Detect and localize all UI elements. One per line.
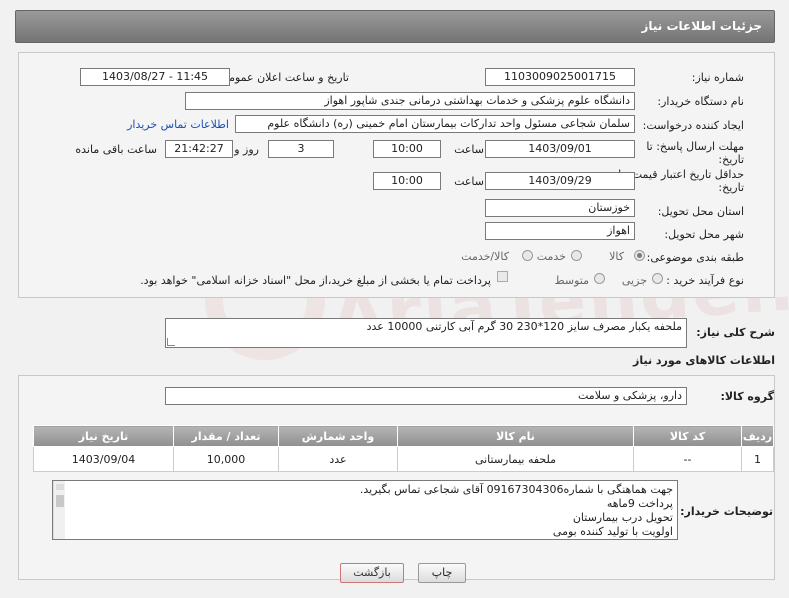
- need-number-field: 1103009025001715: [485, 68, 635, 86]
- code-cell: --: [633, 446, 742, 472]
- goods-section-title: اطلاعات کالاهای مورد نیاز: [633, 354, 775, 367]
- announce-datetime-field: 1403/08/27 - 11:45: [80, 68, 230, 86]
- creator-label: ایجاد کننده درخواست:: [642, 119, 744, 132]
- buyer-notes-label: توضیحات خریدار:: [680, 505, 773, 518]
- col-date-header: تاریخ نیاز: [33, 425, 174, 447]
- table-row: 1 -- ملحفه بیمارستانی عدد 10,000 1403/09…: [33, 446, 774, 472]
- purchase-type-label: نوع فرآیند خرید :: [666, 274, 744, 287]
- reply-deadline-label: مهلت ارسال پاسخ: تا: [646, 140, 744, 153]
- print-button[interactable]: چاپ: [418, 563, 466, 583]
- col-name-header: نام کالا: [397, 425, 634, 447]
- page-title: جزئیات اطلاعات نیاز: [15, 10, 775, 43]
- buyer-note-line: اولویت با تولید کننده بومی: [552, 525, 673, 538]
- col-row-header: ردیف: [741, 425, 774, 447]
- city-label: شهر محل تحویل:: [664, 228, 744, 241]
- buyer-org-label: نام دستگاه خریدار:: [657, 95, 744, 108]
- col-code-header: کد کالا: [633, 425, 742, 447]
- creator-field: سلمان شجاعی مسئول واحد تدارکات بیمارستان…: [235, 115, 635, 133]
- summary-resize-handle-icon[interactable]: [167, 338, 175, 346]
- category-service-label: خدمت: [536, 250, 566, 263]
- remaining-days-field: 3: [268, 140, 334, 158]
- summary-field: ملحفه یکبار مصرف سایز 120*230 30 گرم آبی…: [165, 318, 687, 348]
- purchase-minor-label: جزیی: [621, 274, 647, 287]
- province-field: خوزستان: [485, 199, 635, 217]
- price-time-field: 10:00: [373, 172, 441, 190]
- announce-datetime-label: تاریخ و ساعت اعلان عمومی:: [216, 71, 349, 84]
- reply-deadline-date-label: تاریخ:: [718, 153, 744, 166]
- buyer-note-line: تحویل درب بیمارستان: [572, 511, 673, 524]
- scroll-up-icon[interactable]: [56, 484, 64, 490]
- col-unit-header: واحد شمارش: [278, 425, 398, 447]
- treasury-payment-checkbox[interactable]: [497, 271, 508, 282]
- goods-group-label: گروه کالا:: [720, 390, 774, 403]
- price-validity-date-label: تاریخ:: [718, 181, 744, 194]
- price-date-field: 1403/09/29: [485, 172, 635, 190]
- price-validity-label: حداقل تاریخ اعتبار قیمت: تا: [618, 168, 744, 181]
- category-label: طبقه بندی موضوعی:: [646, 251, 744, 264]
- row-number-cell: 1: [741, 446, 774, 472]
- qty-cell: 10,000: [173, 446, 279, 472]
- date-cell: 1403/09/04: [33, 446, 174, 472]
- remaining-time-label: ساعت باقی مانده: [75, 143, 157, 156]
- goods-table: ردیف کد کالا نام کالا واحد شمارش تعداد /…: [33, 425, 774, 472]
- category-service-radio[interactable]: [571, 250, 582, 261]
- name-cell: ملحفه بیمارستانی: [397, 446, 634, 472]
- category-goods-radio[interactable]: [634, 250, 645, 261]
- reply-date-field: 1403/09/01: [485, 140, 635, 158]
- days-label: روز و: [234, 143, 259, 156]
- buyer-notes-scrollbar[interactable]: [53, 481, 65, 539]
- buyer-note-line: جهت هماهنگی با شماره09167304306 آقای شجا…: [359, 483, 673, 496]
- back-button[interactable]: بازگشت: [340, 563, 404, 583]
- remaining-time-field: 21:42:27: [165, 140, 233, 158]
- reply-time-field: 10:00: [373, 140, 441, 158]
- category-goods-service-radio[interactable]: [522, 250, 533, 261]
- scroll-thumb[interactable]: [56, 495, 64, 507]
- purchase-medium-label: متوسط: [554, 274, 589, 287]
- need-number-label: شماره نیاز:: [691, 71, 744, 84]
- purchase-minor-radio[interactable]: [652, 273, 663, 284]
- treasury-payment-note: پرداخت تمام یا بخشی از مبلغ خرید،از محل …: [140, 274, 491, 287]
- category-goods-service-label: کالا/خدمت: [461, 250, 509, 263]
- purchase-medium-radio[interactable]: [594, 273, 605, 284]
- summary-label: شرح کلی نیاز:: [696, 326, 775, 339]
- reply-time-label: ساعت: [454, 143, 484, 156]
- buyer-notes-field: جهت هماهنگی با شماره09167304306 آقای شجا…: [52, 480, 678, 540]
- buyer-note-line: پرداخت 9ماهه: [606, 497, 673, 510]
- goods-panel: [18, 375, 775, 580]
- unit-cell: عدد: [278, 446, 398, 472]
- price-time-label: ساعت: [454, 175, 484, 188]
- province-label: استان محل تحویل:: [657, 205, 744, 218]
- category-goods-label: کالا: [609, 250, 624, 263]
- buyer-contact-link[interactable]: اطلاعات تماس خریدار: [127, 118, 229, 131]
- col-qty-header: تعداد / مقدار: [173, 425, 279, 447]
- buyer-org-field: دانشگاه علوم پزشکی و خدمات بهداشتی درمان…: [185, 92, 635, 110]
- goods-group-field: دارو، پزشکی و سلامت: [165, 387, 687, 405]
- city-field: اهواز: [485, 222, 635, 240]
